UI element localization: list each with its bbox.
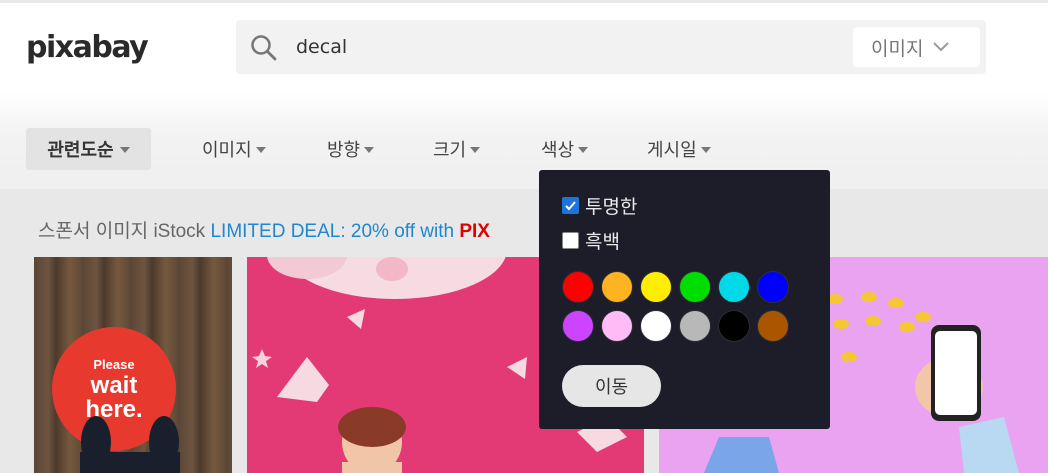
search-input[interactable]: [296, 30, 816, 64]
transparent-label: 투명한: [585, 197, 638, 218]
color-swatch[interactable]: [601, 271, 633, 303]
top-border: [0, 0, 1048, 3]
transparent-checkbox[interactable]: [562, 197, 579, 214]
checkmark-icon: [565, 201, 576, 211]
filter-label: 게시일: [647, 140, 697, 160]
sort-label: 관련도순: [47, 140, 114, 160]
sponsor-banner[interactable]: 스폰서 이미지 iStock LIMITED DEAL: 20% off wit…: [38, 216, 490, 243]
filter-image-type[interactable]: 이미지: [202, 136, 266, 162]
color-swatch[interactable]: [679, 310, 711, 342]
color-swatch[interactable]: [562, 310, 594, 342]
grayscale-checkbox[interactable]: [562, 232, 579, 249]
media-type-select[interactable]: 이미지: [853, 27, 980, 67]
sponsor-deal-link[interactable]: LIMITED DEAL: 20% off with: [210, 221, 454, 242]
color-swatch[interactable]: [718, 271, 750, 303]
chevron-down-icon: [933, 42, 950, 52]
caret-down-icon: [470, 147, 481, 153]
search-bar: 이미지: [236, 20, 986, 74]
color-swatch[interactable]: [718, 310, 750, 342]
sponsor-code: PIX: [459, 221, 490, 242]
filter-size[interactable]: 크기: [433, 136, 481, 162]
color-swatch[interactable]: [640, 310, 672, 342]
color-swatch[interactable]: [562, 271, 594, 303]
caret-down-icon: [119, 147, 130, 153]
search-icon[interactable]: [250, 34, 278, 62]
filter-label: 크기: [433, 140, 467, 160]
color-swatch[interactable]: [601, 310, 633, 342]
color-swatch[interactable]: [640, 271, 672, 303]
grayscale-label: 흑백: [585, 232, 620, 253]
filter-orientation[interactable]: 방향: [327, 136, 375, 162]
apply-button[interactable]: 이동: [562, 365, 661, 407]
sign-text-wait: wait: [90, 372, 138, 399]
transparent-option[interactable]: 투명한: [562, 192, 637, 219]
filter-color[interactable]: 색상: [541, 136, 589, 162]
apply-label: 이동: [594, 377, 629, 397]
floor-sign-image: Please wait here.: [52, 327, 180, 473]
color-swatch[interactable]: [679, 271, 711, 303]
caret-down-icon: [578, 147, 589, 153]
sponsor-prefix: 스폰서 이미지 iStock: [38, 221, 206, 242]
filter-label: 방향: [327, 140, 361, 160]
image-thumbnail[interactable]: Please wait here.: [34, 257, 232, 473]
color-swatch[interactable]: [757, 310, 789, 342]
color-swatch[interactable]: [757, 271, 789, 303]
caret-down-icon: [700, 147, 711, 153]
caret-down-icon: [255, 147, 266, 153]
filter-date[interactable]: 게시일: [647, 136, 711, 162]
sort-button[interactable]: 관련도순: [26, 128, 151, 170]
filter-label: 이미지: [202, 140, 252, 160]
pixabay-logo[interactable]: pixabay: [26, 30, 149, 65]
grayscale-option[interactable]: 흑백: [562, 227, 620, 254]
sign-text-please: Please: [93, 357, 134, 372]
media-type-label: 이미지: [871, 38, 924, 60]
filter-bar: 관련도순 이미지 방향 크기 색상 게시일: [0, 93, 1048, 189]
color-filter-popup: 투명한 흑백 이동: [539, 170, 830, 429]
filter-label: 색상: [541, 140, 575, 160]
caret-down-icon: [364, 147, 375, 153]
